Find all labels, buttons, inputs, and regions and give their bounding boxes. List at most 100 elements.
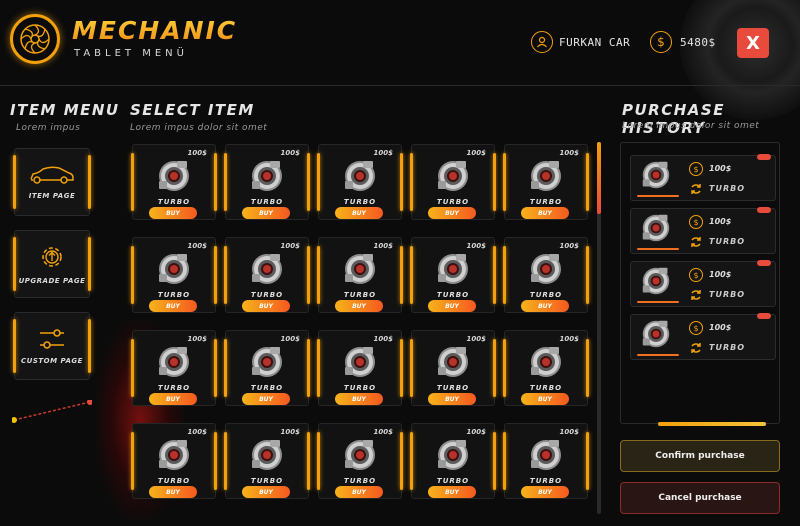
item-name: TURBO [529,384,563,392]
turbo-icon [529,159,563,193]
item-card[interactable]: 100$ TURBO BUY [503,330,589,406]
swap-icon [691,184,701,194]
item-card[interactable]: 100$ TURBO BUY [317,330,403,406]
swap-icon [691,343,701,353]
buy-button[interactable]: BUY [149,300,197,312]
history-item: $100$ TURBO [630,260,776,307]
item-card[interactable]: 100$ TURBO BUY [503,144,589,220]
select-item-subtitle: Lorem impus dolor sit omet [130,123,268,133]
buy-button[interactable]: BUY [149,207,197,219]
history-item-name: TURBO [709,343,746,352]
item-card[interactable]: 100$ TURBO BUY [131,237,217,313]
money-info: $ 5480$ [650,31,716,53]
turbo-icon [641,266,671,296]
history-price: 100$ [709,217,732,226]
remove-history-button[interactable] [757,260,771,266]
buy-button[interactable]: BUY [242,486,290,498]
turbo-logo-icon [10,14,60,64]
buy-button[interactable]: BUY [428,300,476,312]
history-item-name: TURBO [709,184,746,193]
item-name: TURBO [157,291,191,299]
coin-icon: $ [689,268,703,282]
scrollbar-thumb[interactable] [597,142,601,214]
buy-button[interactable]: BUY [149,486,197,498]
turbo-icon [250,345,284,379]
car-icon [30,166,74,184]
item-card[interactable]: 100$ TURBO BUY [131,330,217,406]
item-name: TURBO [157,477,191,485]
item-name: TURBO [343,384,377,392]
item-name: TURBO [343,477,377,485]
item-card[interactable]: 100$ TURBO BUY [410,144,496,220]
buy-button[interactable]: BUY [335,486,383,498]
buy-button[interactable]: BUY [521,393,569,405]
buy-button[interactable]: BUY [335,207,383,219]
coin-icon: $ [689,321,703,335]
item-name: TURBO [436,384,470,392]
menu-upgrade-page[interactable]: UPGRADE PAGE [13,230,91,298]
item-card[interactable]: 100$ TURBO BUY [224,237,310,313]
item-card[interactable]: 100$ TURBO BUY [131,423,217,499]
history-price: 100$ [709,270,732,279]
item-card[interactable]: 100$ TURBO BUY [317,144,403,220]
buy-button[interactable]: BUY [428,207,476,219]
buy-button[interactable]: BUY [242,207,290,219]
buy-button[interactable]: BUY [242,300,290,312]
buy-button[interactable]: BUY [521,207,569,219]
user-info: FURKAN CAR [531,31,630,53]
item-card[interactable]: 100$ TURBO BUY [224,144,310,220]
buy-button[interactable]: BUY [335,393,383,405]
item-card[interactable]: 100$ TURBO BUY [410,423,496,499]
buy-button[interactable]: BUY [242,393,290,405]
item-price: 100$ [280,242,300,250]
buy-button[interactable]: BUY [149,393,197,405]
cancel-purchase-button[interactable]: Cancel purchase [620,482,780,514]
item-card[interactable]: 100$ TURBO BUY [410,237,496,313]
buy-button[interactable]: BUY [521,300,569,312]
user-name: FURKAN CAR [559,35,631,49]
item-price: 100$ [373,335,393,343]
close-button[interactable]: X [737,28,769,58]
item-grid-scrollbar[interactable] [597,142,601,514]
item-price: 100$ [280,335,300,343]
menu-item-label: CUSTOM PAGE [21,357,83,365]
item-name: TURBO [436,477,470,485]
item-card[interactable]: 100$ TURBO BUY [224,330,310,406]
turbo-icon [641,319,671,349]
buy-button[interactable]: BUY [521,486,569,498]
slider-handle[interactable] [12,400,92,424]
confirm-purchase-button[interactable]: Confirm purchase [620,440,780,472]
history-item: $100$ TURBO [630,154,776,201]
purchase-history-title: PURCHASE HISTORY [622,101,725,137]
buy-button[interactable]: BUY [335,300,383,312]
remove-history-button[interactable] [757,207,771,213]
menu-item-label: UPGRADE PAGE [18,277,86,285]
history-price: 100$ [709,323,732,332]
item-price: 100$ [466,242,486,250]
history-thumb-bar [637,248,679,250]
item-card[interactable]: 100$ TURBO BUY [317,423,403,499]
turbo-icon [529,252,563,286]
buy-button[interactable]: BUY [428,393,476,405]
user-icon [531,31,553,53]
item-card[interactable]: 100$ TURBO BUY [131,144,217,220]
remove-history-button[interactable] [757,313,771,319]
item-card[interactable]: 100$ TURBO BUY [317,237,403,313]
item-name: TURBO [250,384,284,392]
item-card[interactable]: 100$ TURBO BUY [503,237,589,313]
buy-button[interactable]: BUY [428,486,476,498]
item-card[interactable]: 100$ TURBO BUY [410,330,496,406]
item-card[interactable]: 100$ TURBO BUY [503,423,589,499]
turbo-icon [343,252,377,286]
item-card[interactable]: 100$ TURBO BUY [224,423,310,499]
history-price: 100$ [709,164,732,173]
item-name: TURBO [157,198,191,206]
brand-title: MECHANIC [72,16,238,45]
remove-history-button[interactable] [757,154,771,160]
menu-item-page[interactable]: ITEM PAGE [13,148,91,216]
item-price: 100$ [280,149,300,157]
history-item-name: TURBO [709,237,746,246]
menu-custom-page[interactable]: CUSTOM PAGE [13,312,91,380]
history-item: $100$ TURBO [630,313,776,360]
item-price: 100$ [373,428,393,436]
